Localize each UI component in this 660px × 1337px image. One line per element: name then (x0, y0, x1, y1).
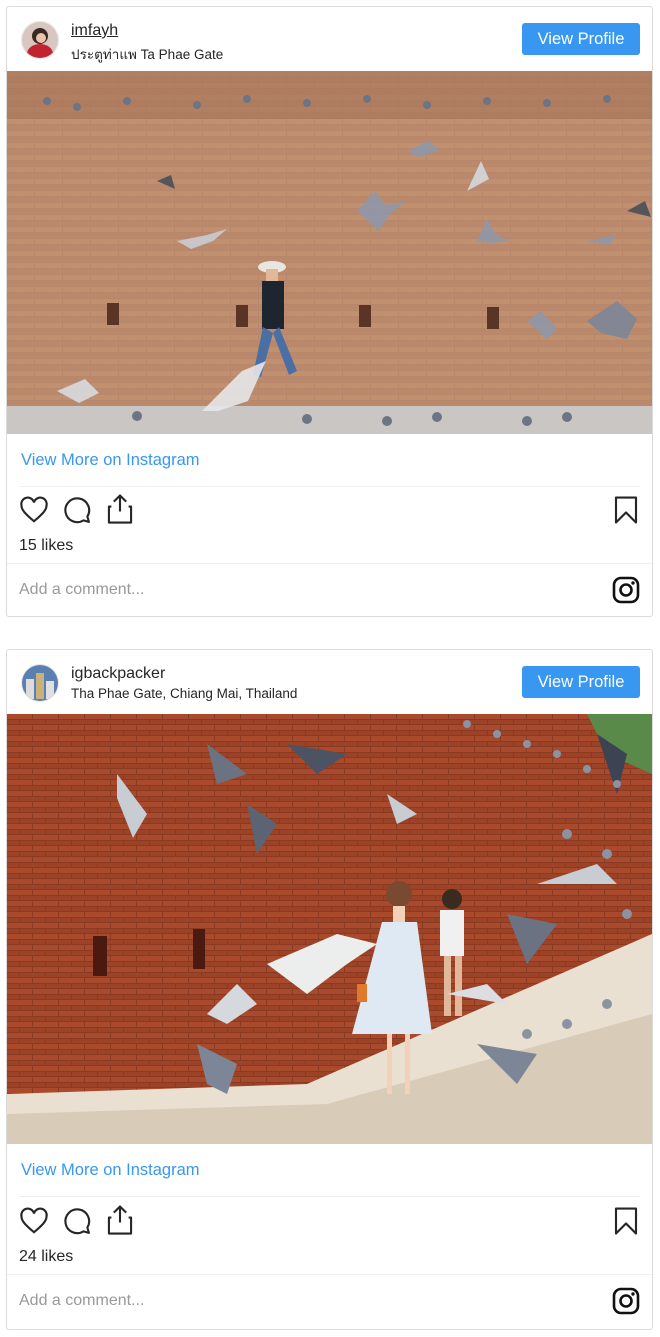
likes-count: 15 likes (19, 537, 74, 554)
avatar[interactable] (21, 664, 59, 702)
view-profile-button[interactable]: View Profile (522, 666, 640, 698)
comment-input[interactable] (19, 1290, 559, 1312)
instagram-logo-icon[interactable] (612, 1287, 640, 1315)
heart-icon[interactable] (19, 495, 49, 530)
post-photo[interactable] (7, 714, 652, 1144)
post-header: igbackpacker Tha Phae Gate, Chiang Mai, … (7, 650, 652, 714)
instagram-logo-icon[interactable] (612, 576, 640, 604)
username[interactable]: imfayh (71, 22, 118, 40)
divider (19, 486, 640, 487)
view-profile-button[interactable]: View Profile (522, 23, 640, 55)
action-bar (7, 493, 652, 535)
username[interactable]: igbackpacker (71, 665, 165, 683)
bookmark-icon[interactable] (613, 1206, 639, 1241)
instagram-embed-card-2: igbackpacker Tha Phae Gate, Chiang Mai, … (6, 649, 653, 1330)
view-more-link[interactable]: View More on Instagram (21, 451, 200, 470)
post-photo[interactable] (7, 71, 652, 434)
share-icon[interactable] (105, 493, 135, 530)
bookmark-icon[interactable] (613, 495, 639, 530)
post-header: imfayh ประตูท่าแพ Ta Phae Gate View Prof… (7, 7, 652, 71)
comment-icon[interactable] (62, 1206, 92, 1241)
comment-bar (7, 1274, 652, 1327)
comment-input[interactable] (19, 579, 559, 601)
comment-bar (7, 563, 652, 616)
action-bar (7, 1204, 652, 1246)
instagram-embed-card-1: imfayh ประตูท่าแพ Ta Phae Gate View Prof… (6, 6, 653, 617)
heart-icon[interactable] (19, 1206, 49, 1241)
location[interactable]: ประตูท่าแพ Ta Phae Gate (71, 43, 223, 65)
share-icon[interactable] (105, 1204, 135, 1241)
comment-icon[interactable] (62, 495, 92, 530)
view-more-link[interactable]: View More on Instagram (21, 1161, 200, 1180)
likes-count: 24 likes (19, 1248, 74, 1265)
avatar[interactable] (21, 21, 59, 59)
divider (19, 1196, 640, 1197)
location[interactable]: Tha Phae Gate, Chiang Mai, Thailand (71, 686, 297, 701)
